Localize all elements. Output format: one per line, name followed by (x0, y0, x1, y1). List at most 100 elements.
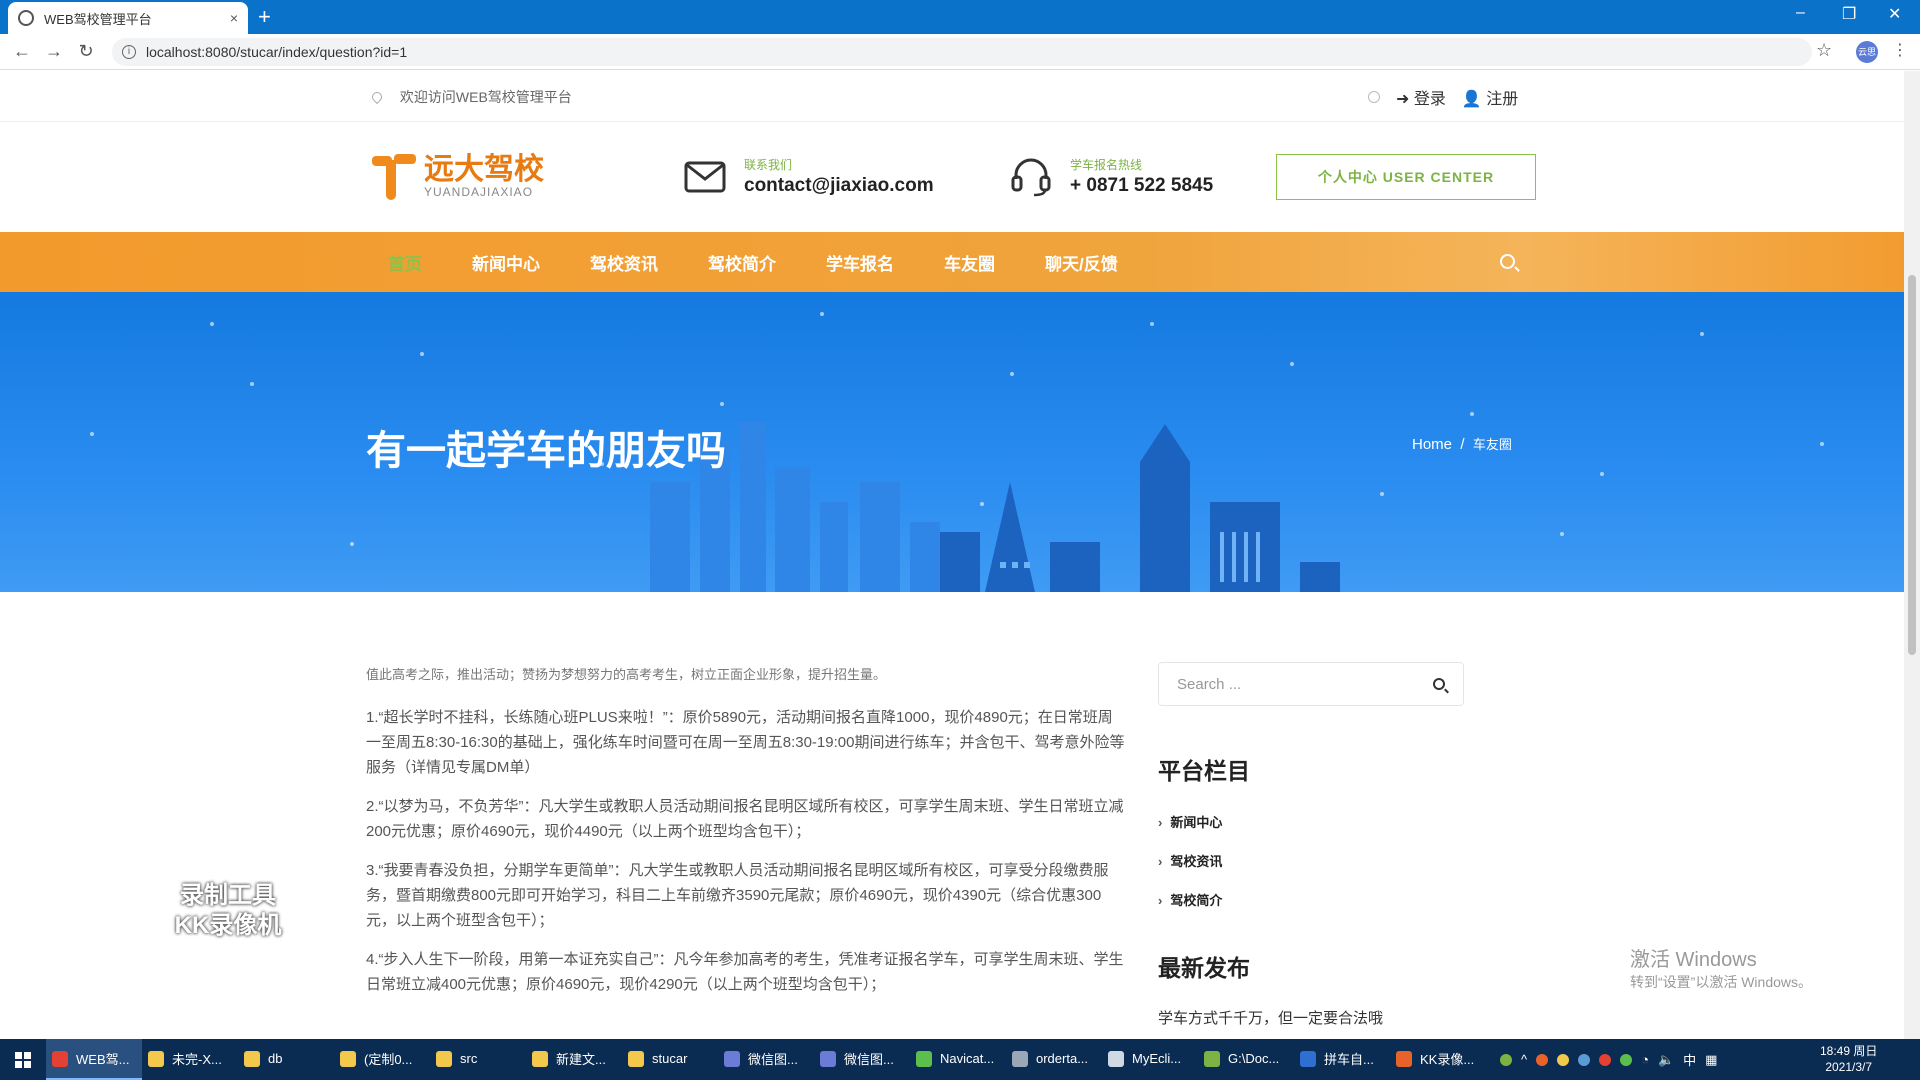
volume-icon[interactable]: 🔈 (1658, 1052, 1674, 1068)
tray-chevron-icon[interactable]: ^ (1521, 1052, 1527, 1067)
sidebar-item[interactable]: › 驾校简介 (1158, 890, 1464, 909)
keyboard-icon[interactable]: ▦ (1705, 1052, 1717, 1068)
login-link[interactable]: ➜ 登录 (1396, 85, 1446, 109)
nav-item[interactable]: 驾校资讯 (590, 250, 658, 275)
hotline-block: 学车报名热线 + 0871 522 5845 (1010, 156, 1213, 197)
nav-item[interactable]: 新闻中心 (472, 250, 540, 275)
sparkle-dot (1700, 332, 1704, 336)
taskbar-item[interactable]: KK录像... (1390, 1039, 1486, 1080)
address-bar[interactable]: i localhost:8080/stucar/index/question?i… (112, 38, 1812, 66)
taskbar-item-label: 新建文... (556, 1052, 606, 1067)
register-label: 注册 (1486, 91, 1519, 108)
taskbar-item-label: (定制0... (364, 1052, 413, 1067)
taskbar-item[interactable]: 新建文... (526, 1039, 622, 1080)
taskbar-item-label: 未完-X... (172, 1052, 222, 1067)
taskbar-item[interactable]: Navicat... (910, 1039, 1006, 1080)
taskbar-item[interactable]: (定制0... (334, 1039, 430, 1080)
taskbar-item[interactable]: 未完-X... (142, 1039, 238, 1080)
tray-app-icon[interactable] (1500, 1053, 1512, 1066)
taskbar-item[interactable]: 微信图... (814, 1039, 910, 1080)
scrollbar-thumb[interactable] (1908, 275, 1916, 655)
taskbar-item[interactable]: G:\Doc... (1198, 1039, 1294, 1080)
taskbar-item[interactable]: 微信图... (718, 1039, 814, 1080)
sparkle-dot (1010, 372, 1014, 376)
site-logo[interactable]: 远大驾校 YUANDAJIAXIAO (368, 152, 544, 202)
new-tab-button[interactable]: + (258, 4, 271, 30)
search-icon[interactable] (1433, 678, 1445, 690)
taskbar-item[interactable]: stucar (622, 1039, 718, 1080)
taskbar-item-label: 微信图... (748, 1052, 798, 1067)
sidebar-item[interactable]: › 驾校资讯 (1158, 851, 1464, 870)
tray-app-icon[interactable] (1557, 1053, 1570, 1066)
activation-subtitle: 转到“设置”以激活 Windows。 (1630, 974, 1813, 990)
tab-close-icon[interactable]: × (230, 10, 238, 26)
app-icon (52, 1050, 68, 1067)
browser-toolbar: ← → ↻ i localhost:8080/stucar/index/ques… (0, 34, 1920, 70)
sparkle-dot (1820, 442, 1824, 446)
page-scrollbar[interactable] (1904, 71, 1920, 1039)
breadcrumb-current: 车友圈 (1472, 437, 1512, 452)
nav-list: 首页 新闻中心 驾校资讯 驾校简介 学车报名 车友圈 聊天/反馈 (388, 232, 1168, 292)
recent-post-link[interactable]: 学车方式千千万，但一定要合法哦 (1158, 1007, 1464, 1028)
profile-avatar[interactable]: 云思 (1856, 41, 1878, 63)
auth-links: ➜ 登录 👤 注册 (1368, 85, 1518, 109)
clock-time: 18:49 周日 (1820, 1044, 1878, 1058)
network-icon[interactable]: ◔ (1641, 1052, 1649, 1067)
back-arrow-icon[interactable]: ← (6, 41, 38, 62)
sidebar-item-label: 新闻中心 (1170, 815, 1223, 830)
taskbar-clock[interactable]: 18:49 周日 2021/3/7 (1820, 1043, 1877, 1075)
sidebar-search-input[interactable]: Search ... (1158, 662, 1464, 706)
sparkle-dot (250, 382, 254, 386)
minimize-button[interactable]: – (1796, 4, 1805, 22)
taskbar-item-label: Navicat... (940, 1051, 995, 1066)
nav-item[interactable]: 首页 (388, 250, 422, 275)
forward-arrow-icon[interactable]: → (38, 41, 70, 62)
restore-button[interactable]: ❐ (1842, 4, 1856, 24)
taskbar-item-label: orderta... (1036, 1051, 1089, 1066)
tray-app-icon[interactable] (1578, 1053, 1591, 1066)
tray-app-icon[interactable] (1536, 1053, 1549, 1066)
nav-item[interactable]: 驾校简介 (708, 250, 776, 275)
taskbar-item[interactable]: orderta... (1006, 1039, 1102, 1080)
taskbar-item[interactable]: MyEcli... (1102, 1039, 1198, 1080)
welcome-text: 欢迎访问WEB驾校管理平台 (369, 87, 572, 107)
tray-app-icon[interactable] (1620, 1053, 1633, 1066)
search-placeholder: Search ... (1177, 675, 1242, 693)
page-banner: 有一起学车的朋友吗 Home / 车友圈 (0, 292, 1904, 592)
sidebar-item[interactable]: › 新闻中心 (1158, 812, 1464, 831)
register-link[interactable]: 👤 注册 (1462, 85, 1518, 109)
page-topbar: 欢迎访问WEB驾校管理平台 ➜ 登录 👤 注册 (0, 71, 1904, 122)
nav-item[interactable]: 聊天/反馈 (1045, 250, 1118, 275)
taskbar-item-label: MyEcli... (1132, 1051, 1182, 1066)
reload-icon[interactable]: ↻ (70, 41, 102, 62)
hotline-label: 学车报名热线 (1070, 158, 1143, 172)
taskbar-item[interactable]: WEB驾... (46, 1039, 142, 1080)
taskbar-item[interactable]: 拼车自... (1294, 1039, 1390, 1080)
contact-email-block: 联系我们 contact@jiaxiao.com (684, 156, 934, 197)
start-button[interactable] (0, 1039, 46, 1080)
app-icon (436, 1050, 452, 1067)
bookmark-star-icon[interactable]: ☆ (1816, 40, 1832, 61)
taskbar-item[interactable]: db (238, 1039, 334, 1080)
breadcrumb-separator: / (1460, 436, 1465, 453)
contact-label: 联系我们 (744, 158, 793, 172)
search-icon[interactable] (1500, 254, 1515, 269)
close-window-button[interactable]: ✕ (1888, 4, 1901, 24)
taskbar-item-label: stucar (652, 1051, 688, 1066)
tray-app-icon[interactable] (1599, 1053, 1612, 1066)
browser-menu-icon[interactable]: ⋮ (1892, 40, 1908, 60)
breadcrumb-home[interactable]: Home (1412, 436, 1452, 453)
logo-text-en: YUANDAJIAXIAO (424, 185, 534, 199)
sparkle-dot (1560, 532, 1564, 536)
user-center-button[interactable]: 个人中心 USER CENTER (1276, 154, 1536, 200)
taskbar-item[interactable]: src (430, 1039, 526, 1080)
info-icon[interactable]: i (122, 45, 136, 59)
clock-date: 2021/3/7 (1825, 1060, 1873, 1074)
ime-indicator[interactable]: 中 (1683, 1050, 1696, 1069)
sparkle-dot (820, 312, 824, 316)
browser-tab[interactable]: WEB驾校管理平台 × (8, 2, 248, 34)
hotline-number: + 0871 522 5845 (1070, 175, 1214, 196)
nav-item[interactable]: 学车报名 (826, 250, 894, 275)
taskbar-item-label: 拼车自... (1324, 1052, 1374, 1067)
nav-item[interactable]: 车友圈 (944, 250, 995, 275)
